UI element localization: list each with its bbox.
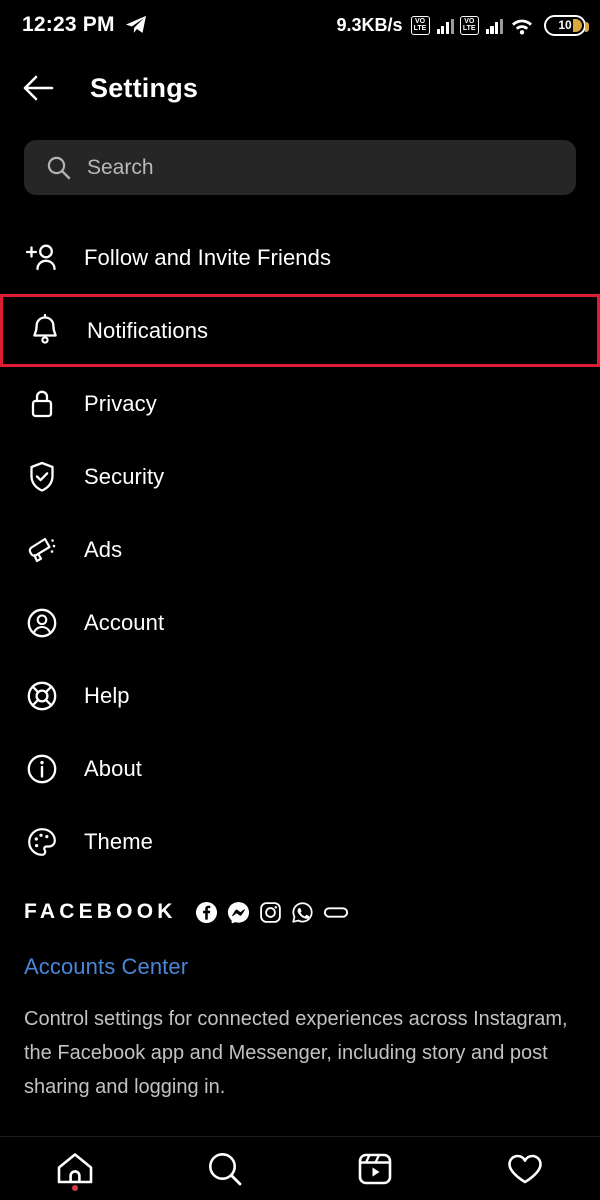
status-bar-left: 12:23 PM: [22, 13, 147, 37]
battery-indicator: 10: [544, 14, 589, 36]
shield-check-icon: [24, 459, 60, 495]
nav-item-activity[interactable]: [490, 1137, 560, 1200]
search-input[interactable]: [87, 155, 554, 180]
settings-item-label: Help: [84, 682, 130, 708]
battery-level: 10: [558, 18, 572, 32]
volte-bottom-sim2: LTE: [462, 25, 476, 32]
status-time: 12:23 PM: [22, 13, 115, 36]
whatsapp-icon: [291, 901, 314, 924]
nav-item-reels[interactable]: [340, 1137, 410, 1200]
facebook-brand-label: FACEBOOK: [24, 900, 177, 923]
bell-icon: [27, 313, 63, 349]
settings-item-notifications[interactable]: Notifications: [0, 294, 600, 367]
nav-item-home[interactable]: [40, 1137, 110, 1200]
page-header: Settings: [0, 50, 600, 126]
settings-item-account[interactable]: Account: [0, 586, 600, 659]
settings-item-label: Ads: [84, 536, 123, 562]
add-person-icon: [24, 240, 60, 276]
volte-icon-sim1: VO LTE: [410, 15, 430, 35]
volte-top-sim1: VO: [414, 17, 426, 25]
home-icon: [55, 1150, 95, 1188]
wifi-icon: [509, 15, 535, 35]
settings-list: Follow and Invite Friends Notifications …: [0, 195, 600, 878]
oculus-icon: [323, 901, 349, 924]
back-arrow-icon[interactable]: [22, 71, 56, 105]
palette-icon: [24, 824, 60, 860]
signal-bars-sim1: [436, 17, 454, 34]
settings-item-about[interactable]: About: [0, 732, 600, 805]
settings-item-help[interactable]: Help: [0, 659, 600, 732]
settings-item-privacy[interactable]: Privacy: [0, 367, 600, 440]
nav-item-search[interactable]: [190, 1137, 260, 1200]
search-icon: [46, 155, 71, 180]
accounts-center-link[interactable]: Accounts Center: [24, 954, 576, 980]
settings-item-security[interactable]: Security: [0, 440, 600, 513]
reels-icon: [356, 1150, 394, 1188]
settings-item-label: Theme: [84, 828, 153, 854]
instagram-icon: [259, 901, 282, 924]
megaphone-icon: [24, 532, 60, 568]
settings-item-follow-and-invite-friends[interactable]: Follow and Invite Friends: [0, 221, 600, 294]
facebook-icon: [195, 901, 218, 924]
settings-item-label: Privacy: [84, 390, 157, 416]
account-circle-icon: [24, 605, 60, 641]
page-title: Settings: [90, 72, 199, 103]
volte-bottom-sim1: LTE: [413, 25, 427, 32]
bottom-navigation-bar: [0, 1136, 600, 1200]
lock-icon: [24, 386, 60, 422]
search-section: [0, 126, 600, 195]
facebook-brand-row: FACEBOOK: [24, 890, 576, 934]
search-icon: [206, 1150, 244, 1188]
settings-item-ads[interactable]: Ads: [0, 513, 600, 586]
telegram-paper-plane-icon: [125, 15, 147, 35]
accounts-center-description: Control settings for connected experienc…: [24, 1008, 568, 1098]
facebook-brand-icons: [195, 901, 349, 924]
settings-item-label: Notifications: [87, 317, 209, 343]
settings-screen: 12:23 PM 9.3KB/s VO LTE VO LTE 10 Settin…: [0, 0, 600, 1200]
settings-item-label: Follow and Invite Friends: [84, 244, 332, 270]
facebook-section: FACEBOOK Accounts Center Control setting…: [0, 878, 600, 1104]
settings-item-label: Security: [84, 463, 165, 489]
network-speed: 9.3KB/s: [336, 14, 403, 35]
info-circle-icon: [24, 751, 60, 787]
settings-item-label: Account: [84, 609, 165, 635]
settings-item-theme[interactable]: Theme: [0, 805, 600, 878]
status-bar: 12:23 PM 9.3KB/s VO LTE VO LTE 10: [0, 0, 600, 50]
heart-icon: [505, 1150, 545, 1188]
lifebuoy-icon: [24, 678, 60, 714]
signal-bars-sim2: [485, 17, 503, 34]
messenger-icon: [227, 901, 250, 924]
volte-top-sim2: VO: [464, 17, 475, 25]
search-bar[interactable]: [24, 140, 576, 195]
status-bar-right: 9.3KB/s VO LTE VO LTE 10: [336, 14, 589, 36]
settings-item-label: About: [84, 755, 142, 781]
volte-icon-sim2: VO LTE: [459, 15, 479, 35]
home-badge-dot: [72, 1184, 78, 1191]
